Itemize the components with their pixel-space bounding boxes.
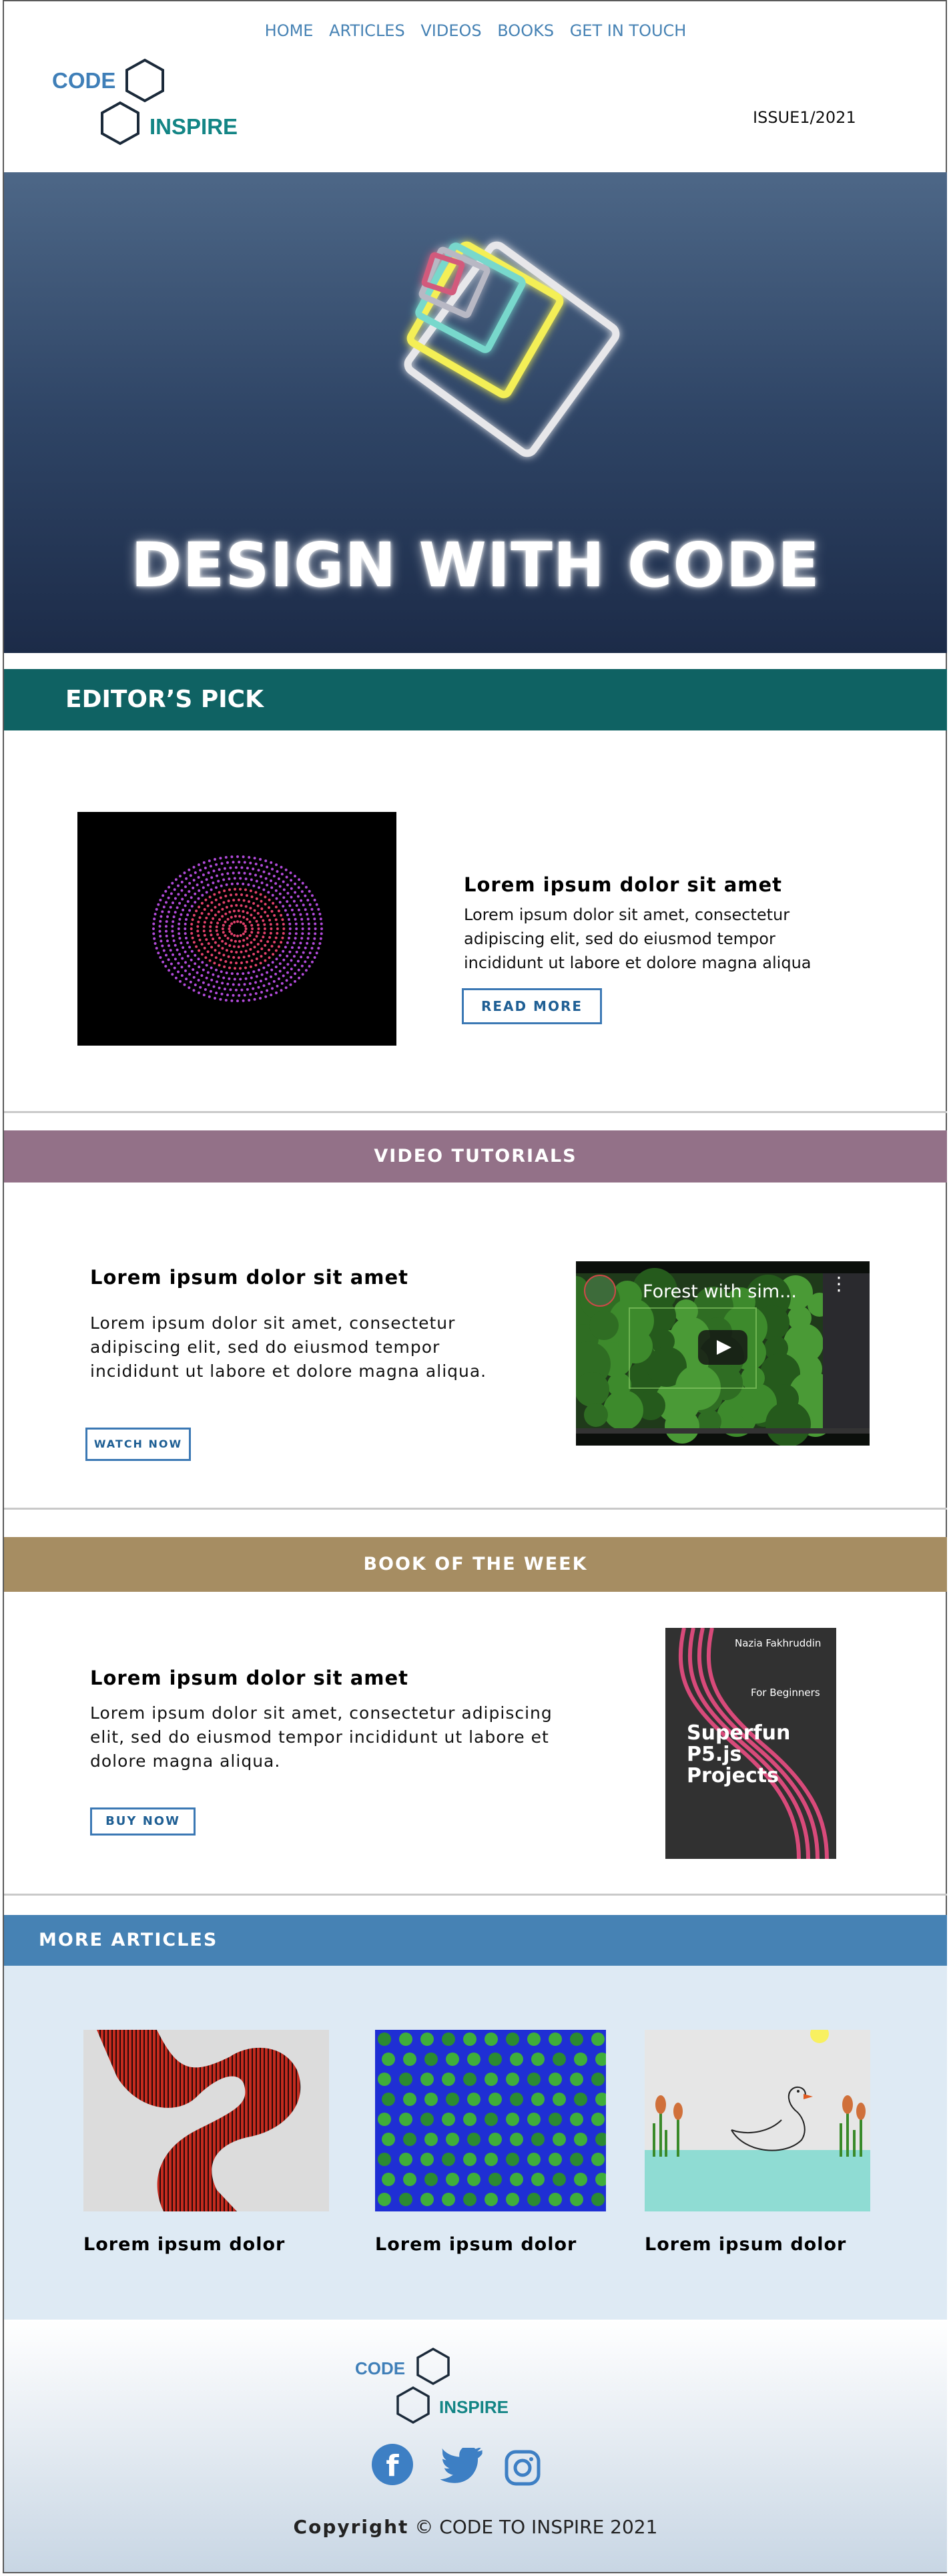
logo-word-inspire: INSPIRE [149, 114, 238, 139]
footer-logo[interactable]: CODE INSPIRE [355, 2345, 529, 2430]
book-text: Lorem ipsum dolor sit amet, consectetur … [90, 1703, 553, 1771]
video-player[interactable]: Forest with sim... ⋮ [576, 1261, 870, 1446]
hero-title: DESIGN WITH CODE [131, 529, 820, 601]
nav-articles[interactable]: ARTICLES [329, 21, 405, 40]
hexagon-logo-icon [101, 58, 164, 146]
copyright-text: CODE TO INSPIRE 2021 [439, 2516, 658, 2538]
editors-pick-label: EDITOR’S PICK [65, 686, 264, 713]
facebook-icon[interactable]: f [372, 2444, 413, 2485]
video-text: Lorem ipsum dolor sit amet, consectetur … [90, 1313, 487, 1381]
book-of-week-bar: BOOK OF THE WEEK [4, 1537, 947, 1592]
main-nav: HOME ARTICLES VIDEOS BOOKS GET IN TOUCH [0, 21, 951, 40]
nav-get-in-touch[interactable]: GET IN TOUCH [570, 21, 687, 40]
copyright-label: Copyright [293, 2516, 409, 2538]
issue-number: ISSUE1/2021 [753, 108, 856, 127]
book-subtitle: For Beginners [751, 1687, 820, 1699]
book-author: Nazia Fakhruddin [735, 1637, 822, 1649]
book-heading: Lorem ipsum dolor sit amet [90, 1667, 409, 1689]
channel-avatar[interactable] [584, 1275, 616, 1307]
read-more-button[interactable]: READ MORE [462, 988, 602, 1024]
copyright-icon: © [414, 2516, 434, 2538]
article-card-image-dots[interactable] [375, 2030, 606, 2211]
editors-pick-bar: EDITOR’S PICK [4, 669, 947, 730]
article-card-title[interactable]: Lorem ipsum dolor [375, 2234, 577, 2255]
article-card-image-ribbon[interactable] [83, 2030, 329, 2211]
article-card-title[interactable]: Lorem ipsum dolor [645, 2234, 846, 2255]
article-card-image-swan[interactable] [645, 2030, 870, 2211]
video-title[interactable]: Forest with sim... [643, 1281, 797, 1302]
more-articles-label: MORE ARTICLES [39, 1930, 218, 1950]
section-divider [4, 1111, 947, 1113]
instagram-icon[interactable] [504, 2449, 541, 2487]
play-button[interactable] [698, 1330, 747, 1365]
book-title-line2: P5.js [687, 1743, 742, 1766]
book-cover[interactable]: Nazia Fakhruddin For Beginners Superfun … [665, 1628, 836, 1859]
more-articles-bar: MORE ARTICLES [4, 1915, 947, 1966]
nav-books[interactable]: BOOKS [497, 21, 554, 40]
editors-pick-heading: Lorem ipsum dolor sit amet [464, 873, 783, 896]
section-divider [4, 1894, 947, 1896]
logo-word-inspire: INSPIRE [439, 2397, 509, 2417]
editors-pick-text: Lorem ipsum dolor sit amet, consectetur … [464, 905, 812, 972]
buy-now-button[interactable]: BUY NOW [90, 1807, 196, 1836]
nav-home[interactable]: HOME [265, 21, 314, 40]
editors-pick-image[interactable] [77, 812, 396, 1046]
nav-videos[interactable]: VIDEOS [420, 21, 481, 40]
site-logo[interactable]: CODE INSPIRE [52, 57, 252, 154]
watch-now-button[interactable]: WATCH NOW [85, 1428, 191, 1461]
copyright: Copyright © CODE TO INSPIRE 2021 [0, 2516, 951, 2538]
twitter-icon[interactable] [440, 2448, 485, 2485]
section-divider [4, 1508, 947, 1510]
book-title-line3: Projects [687, 1764, 779, 1787]
video-heading: Lorem ipsum dolor sit amet [90, 1266, 409, 1289]
more-options-icon[interactable]: ⋮ [830, 1275, 848, 1293]
video-tutorials-label: VIDEO TUTORIALS [374, 1146, 577, 1166]
article-card-title[interactable]: Lorem ipsum dolor [83, 2234, 285, 2255]
video-tutorials-bar: VIDEO TUTORIALS [4, 1130, 947, 1183]
hero-banner: DESIGN WITH CODE [4, 172, 947, 653]
book-title-line1: Superfun [687, 1721, 791, 1745]
book-of-week-label: BOOK OF THE WEEK [363, 1554, 588, 1574]
play-icon [717, 1340, 731, 1355]
